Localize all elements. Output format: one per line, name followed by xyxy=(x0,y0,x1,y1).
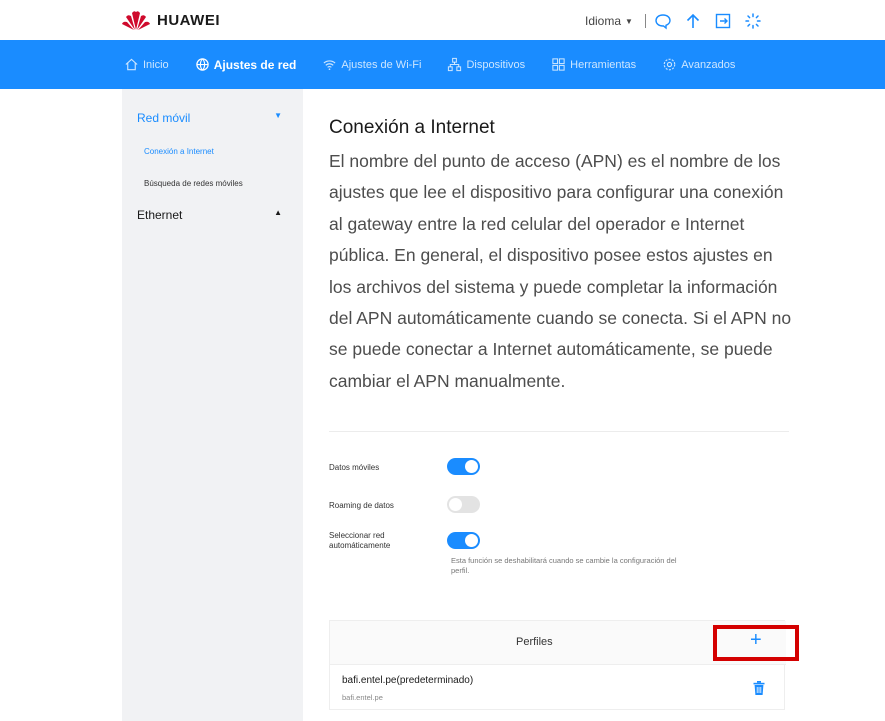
page-description: El nombre del punto de acceso (APN) es e… xyxy=(329,151,792,391)
top-bar: HUAWEI Idioma ▼ xyxy=(0,0,885,40)
seleccionar-red-toggle[interactable] xyxy=(447,532,480,549)
wifi-icon xyxy=(323,60,336,71)
caret-down-icon: ▼ xyxy=(625,16,633,26)
toggle-knob xyxy=(465,534,478,547)
nav-label: Inicio xyxy=(143,58,169,71)
sidebar: Red móvil ▼ Conexión a Internet Búsqueda… xyxy=(122,89,303,721)
brand-name: HUAWEI xyxy=(157,11,220,29)
nav-ajustes-de-red[interactable]: Ajustes de red xyxy=(195,57,297,72)
roaming-toggle[interactable] xyxy=(447,496,480,513)
setting-label-roaming: Roaming de datos xyxy=(329,501,394,510)
setting-label-seleccionar-red: Seleccionar red automáticamente xyxy=(329,531,391,550)
nav-label: Dispositivos xyxy=(466,58,526,71)
huawei-logo[interactable]: HUAWEI xyxy=(121,9,220,31)
toggle-knob xyxy=(465,460,478,473)
language-selector[interactable]: Idioma ▼ xyxy=(585,14,633,28)
nav-label: Avanzados xyxy=(681,58,736,71)
logout-icon[interactable] xyxy=(714,12,732,30)
toggle-knob xyxy=(449,498,462,511)
nav-inicio[interactable]: Inicio xyxy=(124,57,169,72)
profile-name[interactable]: bafi.entel.pe(predeterminado) xyxy=(342,675,473,686)
setting-label-datos-moviles: Datos móviles xyxy=(329,463,380,472)
page-title: Conexión a Internet xyxy=(329,117,495,138)
sidebar-group-label: Red móvil xyxy=(137,111,191,125)
header-separator xyxy=(644,14,646,28)
profile-apn: bafi.entel.pe xyxy=(342,693,383,702)
nav-label: Ajustes de red xyxy=(213,57,297,72)
sidebar-item-busqueda-redes[interactable]: Búsqueda de redes móviles xyxy=(144,179,243,188)
nav-dispositivos[interactable]: Dispositivos xyxy=(447,57,525,72)
gear-icon xyxy=(663,58,676,71)
chat-icon[interactable] xyxy=(654,12,672,30)
nav-ajustes-de-wifi[interactable]: Ajustes de Wi-Fi xyxy=(322,57,421,72)
auto-select-note: Esta función se deshabilitará cuando se … xyxy=(451,556,677,575)
nav-label: Herramientas xyxy=(570,58,637,71)
nav-label: Ajustes de Wi-Fi xyxy=(341,58,422,71)
huawei-flower-icon xyxy=(122,11,150,30)
datos-moviles-toggle[interactable] xyxy=(447,458,480,475)
profiles-title: Perfiles xyxy=(516,636,553,648)
caret-down-icon: ▼ xyxy=(274,111,282,120)
trash-icon[interactable] xyxy=(753,681,765,695)
sidebar-item-conexion-internet[interactable]: Conexión a Internet xyxy=(144,147,214,156)
home-icon xyxy=(125,58,138,71)
nav-herramientas[interactable]: Herramientas xyxy=(551,57,636,72)
devices-icon xyxy=(448,57,462,72)
language-label: Idioma xyxy=(585,14,622,28)
nav-avanzados[interactable]: Avanzados xyxy=(662,57,735,72)
sidebar-group-label: Ethernet xyxy=(137,208,183,222)
section-divider xyxy=(329,431,789,432)
loading-icon[interactable] xyxy=(744,12,762,30)
upload-icon[interactable] xyxy=(684,12,702,30)
sidebar-group-red-movil[interactable]: Red móvil ▼ xyxy=(137,111,282,125)
sidebar-group-ethernet[interactable]: Ethernet ▲ xyxy=(137,208,282,222)
globe-icon xyxy=(195,58,209,71)
add-profile-highlight xyxy=(713,625,799,661)
caret-up-icon: ▲ xyxy=(274,208,282,217)
tools-icon xyxy=(552,58,565,71)
main-nav: Inicio Ajustes de red Ajustes de Wi-Fi D… xyxy=(0,40,885,89)
